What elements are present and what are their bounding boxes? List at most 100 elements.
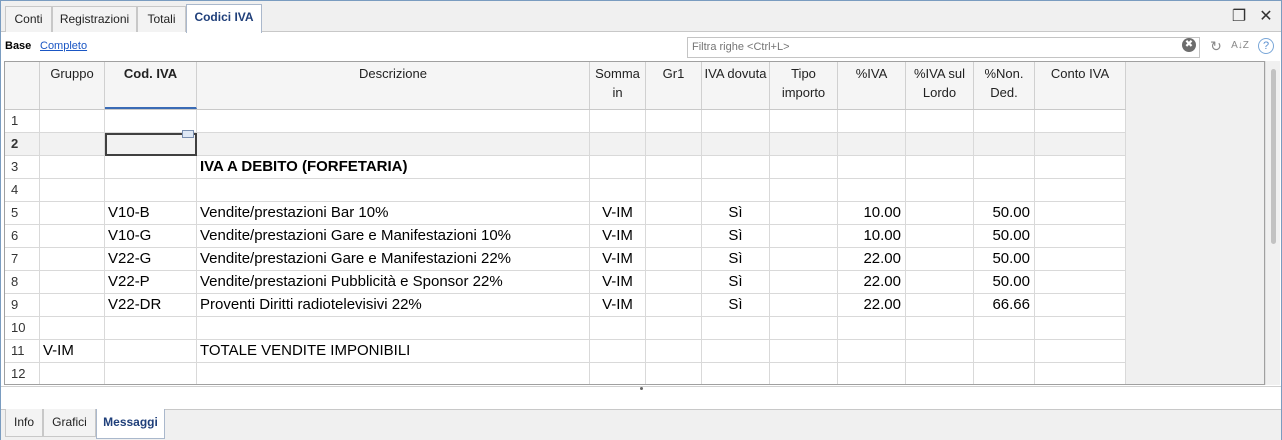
cell-somma-in[interactable]: V-IM: [590, 202, 646, 224]
cell-cod-iva[interactable]: V22-DR: [105, 294, 197, 316]
cell-perc-non-ded[interactable]: [974, 340, 1035, 362]
cell-tipo-importo[interactable]: [770, 271, 838, 293]
cell-gr1[interactable]: [646, 271, 702, 293]
cell-somma-in[interactable]: [590, 317, 646, 339]
cell-tipo-importo[interactable]: [770, 133, 838, 155]
cell-iva-dovuta[interactable]: Sì: [702, 225, 770, 247]
cell-perc-non-ded[interactable]: 50.00: [974, 202, 1035, 224]
cell-conto-iva[interactable]: [1035, 317, 1126, 339]
cell-descrizione[interactable]: Vendite/prestazioni Bar 10%: [197, 202, 590, 224]
cell-conto-iva[interactable]: [1035, 110, 1126, 132]
cell-iva-dovuta[interactable]: [702, 156, 770, 178]
cell-gr1[interactable]: [646, 110, 702, 132]
cell-cod-iva[interactable]: V10-B: [105, 202, 197, 224]
cell-perc-iva-lordo[interactable]: [906, 156, 974, 178]
cell-tipo-importo[interactable]: [770, 317, 838, 339]
cell-conto-iva[interactable]: [1035, 179, 1126, 201]
cell-iva-dovuta[interactable]: [702, 179, 770, 201]
cell-cod-iva[interactable]: V10-G: [105, 225, 197, 247]
header-gr1[interactable]: Gr1: [646, 62, 702, 109]
cell-cod-iva[interactable]: [105, 317, 197, 339]
bottom-tab-info[interactable]: Info: [5, 409, 43, 437]
cell-tipo-importo[interactable]: [770, 202, 838, 224]
cell-gr1[interactable]: [646, 340, 702, 362]
cell-somma-in[interactable]: [590, 133, 646, 155]
cell-iva-dovuta[interactable]: Sì: [702, 248, 770, 270]
clear-filter-icon[interactable]: ✖: [1182, 38, 1196, 52]
cell-gruppo[interactable]: [40, 110, 105, 132]
cell-cod-iva[interactable]: [105, 179, 197, 201]
header-conto-iva[interactable]: Conto IVA: [1035, 62, 1126, 109]
cell-tipo-importo[interactable]: [770, 156, 838, 178]
help-icon[interactable]: ?: [1258, 38, 1274, 54]
cell-gr1[interactable]: [646, 156, 702, 178]
cell-perc-iva[interactable]: [838, 363, 906, 384]
cell-somma-in[interactable]: V-IM: [590, 294, 646, 316]
cell-cod-iva[interactable]: V22-G: [105, 248, 197, 270]
cell-gr1[interactable]: [646, 179, 702, 201]
cell-somma-in[interactable]: V-IM: [590, 225, 646, 247]
cell-perc-non-ded[interactable]: 50.00: [974, 248, 1035, 270]
cell-iva-dovuta[interactable]: [702, 317, 770, 339]
cell-perc-non-ded[interactable]: 50.00: [974, 271, 1035, 293]
tab-totali[interactable]: Totali: [137, 6, 186, 32]
cell-gruppo[interactable]: [40, 363, 105, 384]
cell-perc-iva-lordo[interactable]: [906, 225, 974, 247]
cell-tipo-importo[interactable]: [770, 363, 838, 384]
cell-perc-iva[interactable]: 22.00: [838, 294, 906, 316]
cell-gr1[interactable]: [646, 294, 702, 316]
cell-perc-iva[interactable]: [838, 156, 906, 178]
cell-somma-in[interactable]: [590, 340, 646, 362]
cell-perc-iva[interactable]: [838, 317, 906, 339]
cell-iva-dovuta[interactable]: [702, 133, 770, 155]
cell-gruppo[interactable]: [40, 156, 105, 178]
cell-gruppo[interactable]: [40, 271, 105, 293]
cell-perc-iva-lordo[interactable]: [906, 110, 974, 132]
cell-perc-iva[interactable]: 22.00: [838, 248, 906, 270]
cell-gruppo[interactable]: [40, 225, 105, 247]
cell-cod-iva[interactable]: [105, 363, 197, 384]
close-icon[interactable]: ✕: [1256, 7, 1276, 27]
cell-perc-iva[interactable]: [838, 340, 906, 362]
cell-tipo-importo[interactable]: [770, 340, 838, 362]
cell-somma-in[interactable]: [590, 110, 646, 132]
cell-tipo-importo[interactable]: [770, 248, 838, 270]
cell-gruppo[interactable]: [40, 317, 105, 339]
cell-gr1[interactable]: [646, 133, 702, 155]
cell-conto-iva[interactable]: [1035, 363, 1126, 384]
cell-gr1[interactable]: [646, 202, 702, 224]
filter-input[interactable]: [692, 41, 1172, 53]
cell-gr1[interactable]: [646, 317, 702, 339]
cell-somma-in[interactable]: [590, 363, 646, 384]
cell-gruppo[interactable]: [40, 202, 105, 224]
refresh-icon[interactable]: ↻: [1206, 36, 1226, 56]
cell-perc-non-ded[interactable]: [974, 110, 1035, 132]
cell-editor-icon[interactable]: [182, 130, 194, 138]
cell-perc-iva-lordo[interactable]: [906, 363, 974, 384]
cell-perc-iva[interactable]: 10.00: [838, 225, 906, 247]
header-perc-iva-lordo[interactable]: %IVA sul Lordo: [906, 62, 974, 109]
cell-perc-iva[interactable]: [838, 110, 906, 132]
cell-perc-non-ded[interactable]: [974, 363, 1035, 384]
cell-descrizione[interactable]: [197, 110, 590, 132]
bottom-tab-messaggi[interactable]: Messaggi: [96, 409, 165, 439]
cell-somma-in[interactable]: [590, 179, 646, 201]
bottom-tab-grafici[interactable]: Grafici: [43, 409, 96, 437]
cell-perc-iva[interactable]: [838, 179, 906, 201]
cell-perc-iva-lordo[interactable]: [906, 248, 974, 270]
view-base[interactable]: Base: [5, 40, 31, 52]
cell-conto-iva[interactable]: [1035, 156, 1126, 178]
tab-codici-iva[interactable]: Codici IVA: [186, 4, 262, 33]
cell-descrizione[interactable]: [197, 133, 590, 155]
cell-perc-iva[interactable]: 10.00: [838, 202, 906, 224]
view-completo-link[interactable]: Completo: [40, 40, 87, 52]
cell-descrizione[interactable]: IVA A DEBITO (FORFETARIA): [197, 156, 590, 178]
cell-gr1[interactable]: [646, 363, 702, 384]
cell-perc-non-ded[interactable]: [974, 133, 1035, 155]
cell-perc-iva-lordo[interactable]: [906, 179, 974, 201]
cell-gr1[interactable]: [646, 225, 702, 247]
cell-cod-iva[interactable]: [105, 340, 197, 362]
header-cod-iva[interactable]: Cod. IVA: [105, 62, 197, 109]
cell-gruppo[interactable]: V-IM: [40, 340, 105, 362]
cell-perc-iva-lordo[interactable]: [906, 294, 974, 316]
